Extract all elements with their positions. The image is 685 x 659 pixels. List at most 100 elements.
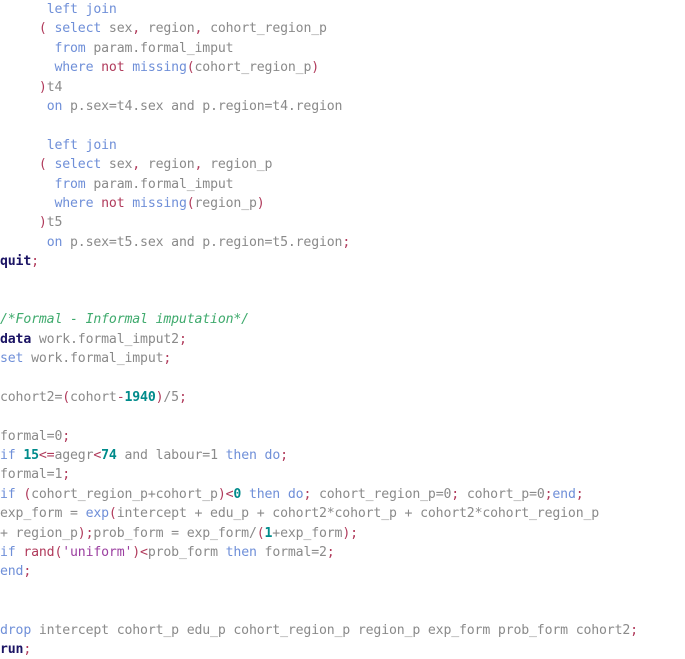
code-line: left join [0, 136, 685, 155]
code-token-punc: < [93, 447, 102, 463]
code-token-punc: ) [256, 195, 265, 211]
code-token-kw: left join [46, 2, 117, 17]
code-token-kw: from [54, 40, 86, 56]
code-token-plain: p.sex=t4.sex and p.region=t4.region [62, 98, 343, 114]
code-token-plain: param.formal_imput [85, 40, 234, 56]
code-token-kw: set [0, 351, 24, 367]
code-token-punc: ; [23, 641, 32, 657]
code-token-punc: ; [62, 428, 71, 444]
code-token-punc: ; [342, 234, 351, 250]
code-token-plain: intercept cohort_p edu_p cohort_region_p… [31, 622, 631, 638]
code-token-num: 15 [23, 447, 39, 463]
code-line: exp_form = exp(intercept + edu_p + cohor… [0, 504, 685, 523]
code-token-punc: ( [62, 389, 71, 405]
code-token-punc: , [132, 157, 141, 173]
code-token-punc: ; [178, 331, 187, 347]
code-token-kw: where [54, 60, 94, 76]
code-line: ( select sex, region, region_p [0, 155, 685, 174]
code-token-num: 74 [101, 447, 117, 463]
code-token-plain: intercept + edu_p + cohort2*cohort_p + c… [116, 506, 600, 522]
code-line: formal=0; [0, 427, 685, 446]
code-listing: left join ( select sex, region, cohort_r… [0, 0, 685, 659]
code-token-kw: drop [0, 622, 32, 638]
code-token-kw: if [0, 447, 16, 463]
code-token-punc: ( [38, 157, 47, 173]
code-token-punc: ) [38, 79, 47, 95]
code-token-plain: sex [101, 157, 133, 173]
code-token-kw: then [248, 486, 281, 502]
code-token-kw: if [0, 544, 16, 560]
code-token-kw: do [264, 447, 281, 463]
code-token-kw: then [225, 544, 257, 560]
code-token-kw: from [54, 176, 86, 192]
code-line: ( select sex, region, cohort_region_p [0, 19, 685, 38]
code-token-plain: +exp_form [272, 525, 343, 541]
code-token-punc: ( [38, 21, 47, 37]
code-token-plain: exp_form = [0, 506, 86, 522]
code-token-punc: ); [342, 525, 358, 541]
code-token-plain: cohort_region_p [202, 21, 327, 37]
code-line: if (cohort_region_p+cohort_p)<0 then do;… [0, 485, 685, 504]
code-line: on p.sex=t5.sex and p.region=t5.region; [0, 233, 685, 252]
code-token-punc: ; [62, 467, 71, 483]
code-token-plain: formal=2 [256, 544, 327, 560]
code-line: )t4 [0, 78, 685, 97]
code-token-punc: <= [38, 447, 55, 463]
code-token-kw: select [54, 157, 102, 173]
code-token-plain: region [140, 157, 195, 173]
code-line: from param.formal_imput [0, 175, 685, 194]
code-token-proc: data [0, 331, 32, 347]
code-token-plain: cohort2= [0, 389, 63, 405]
code-token-punc: ) [311, 60, 320, 76]
code-token-cmt: /*Formal - Informal imputation*/ [0, 312, 249, 328]
code-token-kw: on [46, 234, 63, 250]
code-token-num: 1940 [124, 389, 156, 405]
code-token-proc: run [0, 641, 24, 657]
code-line: )t5 [0, 213, 685, 232]
code-token-plain: work.formal_imput2 [31, 331, 179, 347]
code-token-punc: ; [630, 622, 638, 638]
code-token-kw: select [54, 21, 102, 37]
code-token-kw: left join [46, 137, 117, 153]
code-token-plain: param.formal_imput [85, 176, 234, 192]
code-token-punc: ( [256, 525, 265, 541]
code-line: formal=1; [0, 465, 685, 484]
code-token-punc: ( [23, 486, 32, 502]
code-token-plain: cohort_region_p [194, 60, 312, 76]
code-token-kw: missing [132, 60, 187, 76]
code-token-punc: ; [23, 564, 32, 580]
code-token-plain: t4 [46, 79, 63, 95]
code-line: + region_p);prob_form = exp_form/(1+exp_… [0, 524, 685, 543]
code-token-plain: region_p [194, 195, 257, 211]
code-line: left join [0, 0, 685, 19]
code-line: where not missing(region_p) [0, 194, 685, 213]
code-token-punc: ( [186, 60, 195, 76]
code-line: on p.sex=t4.sex and p.region=t4.region [0, 97, 685, 116]
code-line: if rand('uniform')<prob_form then formal… [0, 543, 685, 562]
code-token-punc: ( [186, 195, 195, 211]
code-token-plain: cohort [70, 389, 117, 405]
code-token-plain: agegr [54, 447, 94, 463]
code-token-punc: ; [163, 351, 172, 367]
code-token-kw: end [0, 564, 24, 580]
code-token-plain: and labour=1 [116, 447, 226, 463]
code-token-kw: do [287, 486, 304, 502]
code-line: cohort2=(cohort-1940)/5; [0, 388, 685, 407]
code-token-plain: sex [101, 21, 133, 37]
